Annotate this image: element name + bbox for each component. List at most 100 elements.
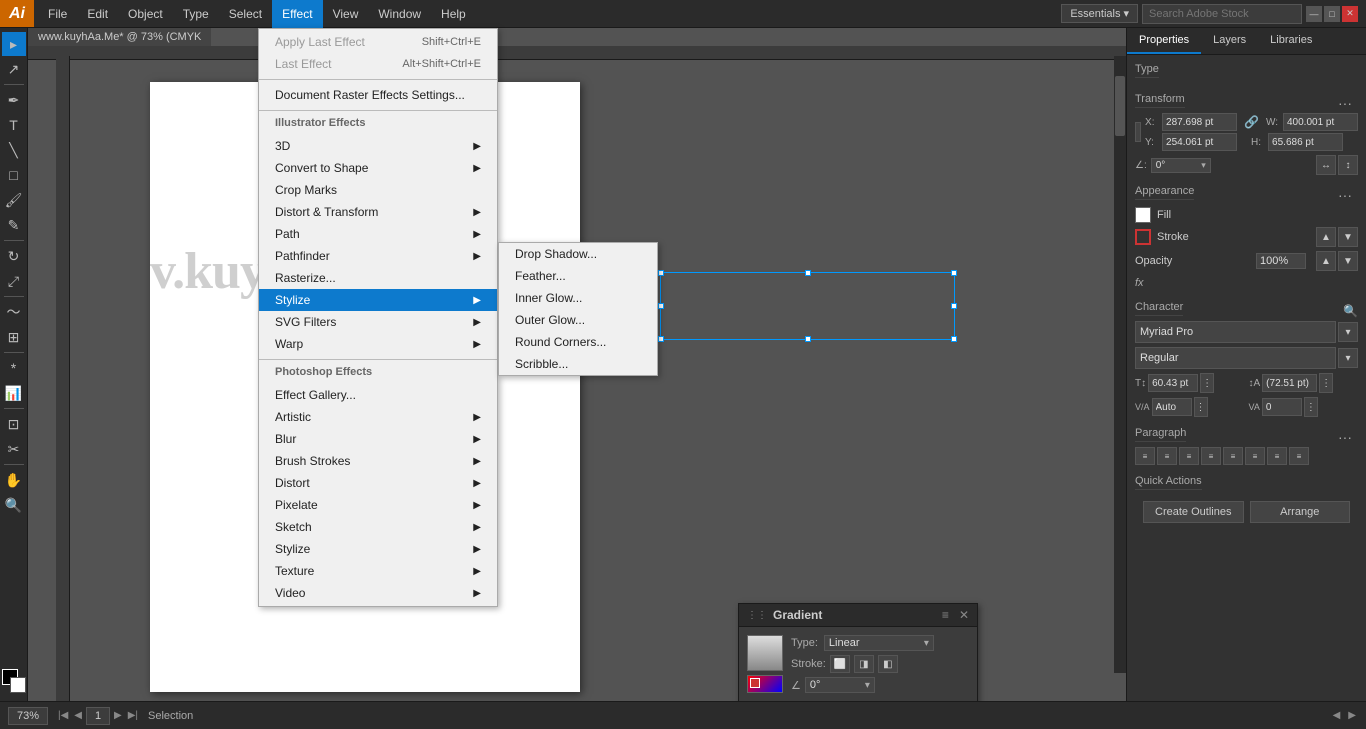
outer-glow-item[interactable]: Outer Glow... bbox=[499, 309, 657, 331]
effect-blur-item[interactable]: Blur ▶ bbox=[259, 428, 497, 450]
maximize-button[interactable]: □ bbox=[1324, 6, 1340, 22]
menu-file[interactable]: File bbox=[38, 0, 77, 28]
last-effect-item[interactable]: Last Effect Alt+Shift+Ctrl+E bbox=[259, 53, 497, 75]
workspace-dropdown[interactable]: Essentials ▾ bbox=[1061, 4, 1138, 23]
gradient-stroke-btn2[interactable]: ◨ bbox=[854, 655, 874, 673]
tab-layers[interactable]: Layers bbox=[1201, 28, 1258, 54]
flip-v-btn[interactable]: ↕ bbox=[1338, 155, 1358, 175]
effect-distort-transform-item[interactable]: Distort & Transform ▶ bbox=[259, 201, 497, 223]
link-icon[interactable]: 🔗 bbox=[1244, 115, 1259, 129]
scribble-item[interactable]: Scribble... bbox=[499, 353, 657, 375]
stroke-increase-btn[interactable]: ▼ bbox=[1338, 227, 1358, 247]
gradient-close-icon[interactable]: ✕ bbox=[959, 608, 969, 622]
flip-h-btn[interactable]: ↔ bbox=[1316, 155, 1336, 175]
font-style-input[interactable] bbox=[1135, 347, 1336, 369]
rotate-tool[interactable]: ↻ bbox=[2, 244, 26, 268]
paintbrush-tool[interactable]: 🖌 bbox=[2, 188, 26, 212]
menu-edit[interactable]: Edit bbox=[77, 0, 118, 28]
effect-ps-stylize-item[interactable]: Stylize ▶ bbox=[259, 538, 497, 560]
justify-full-btn[interactable]: ≡ bbox=[1289, 447, 1309, 465]
handle-mr[interactable] bbox=[951, 303, 957, 309]
effect-brush-strokes-item[interactable]: Brush Strokes ▶ bbox=[259, 450, 497, 472]
warp-tool[interactable]: 〜 bbox=[2, 300, 26, 324]
pen-tool[interactable]: ✒ bbox=[2, 88, 26, 112]
menu-effect[interactable]: Effect bbox=[272, 0, 322, 28]
kerning-input[interactable] bbox=[1262, 398, 1302, 416]
effect-stylize-item[interactable]: Stylize ▶ bbox=[259, 289, 497, 311]
leading-input[interactable] bbox=[1262, 374, 1317, 392]
effect-texture-item[interactable]: Texture ▶ bbox=[259, 560, 497, 582]
opacity-increase-btn[interactable]: ▼ bbox=[1338, 251, 1358, 271]
menu-view[interactable]: View bbox=[323, 0, 369, 28]
scroll-right-btn[interactable]: ▶ bbox=[1346, 710, 1358, 721]
vertical-scrollbar[interactable] bbox=[1114, 56, 1126, 673]
last-page-btn[interactable]: ▶| bbox=[126, 710, 140, 721]
menu-help[interactable]: Help bbox=[431, 0, 476, 28]
gradient-stroke-btn1[interactable]: ⬜ bbox=[830, 655, 850, 673]
effect-artistic-item[interactable]: Artistic ▶ bbox=[259, 406, 497, 428]
effect-pathfinder-item[interactable]: Pathfinder ▶ bbox=[259, 245, 497, 267]
effect-gallery-item[interactable]: Effect Gallery... bbox=[259, 384, 497, 406]
transform-y-input[interactable] bbox=[1162, 133, 1237, 151]
tab-libraries[interactable]: Libraries bbox=[1258, 28, 1324, 54]
stylize-submenu[interactable]: Drop Shadow... Feather... Inner Glow... … bbox=[498, 242, 658, 376]
menu-type[interactable]: Type bbox=[173, 0, 219, 28]
paragraph-options-menu[interactable]: ··· bbox=[1332, 427, 1358, 447]
gradient-preview[interactable] bbox=[747, 635, 783, 671]
feather-item[interactable]: Feather... bbox=[499, 265, 657, 287]
gradient-menu-icon[interactable]: ≡ bbox=[942, 608, 949, 622]
handle-br[interactable] bbox=[951, 336, 957, 342]
slice-tool[interactable]: ✂ bbox=[2, 437, 26, 461]
apply-last-effect-item[interactable]: Apply Last Effect Shift+Ctrl+E bbox=[259, 31, 497, 53]
hand-tool[interactable]: ✋ bbox=[2, 468, 26, 492]
justify-all-btn[interactable]: ≡ bbox=[1223, 447, 1243, 465]
effect-sketch-item[interactable]: Sketch ▶ bbox=[259, 516, 497, 538]
transform-h-input[interactable] bbox=[1268, 133, 1343, 151]
font-chevron[interactable]: ▾ bbox=[1338, 322, 1358, 342]
effect-video-item[interactable]: Video ▶ bbox=[259, 582, 497, 604]
artboard-tool[interactable]: ⊡ bbox=[2, 412, 26, 436]
scale-tool[interactable]: ⤢ bbox=[2, 269, 26, 293]
effect-path-item[interactable]: Path ▶ bbox=[259, 223, 497, 245]
justify-btn[interactable]: ≡ bbox=[1201, 447, 1221, 465]
round-corners-item[interactable]: Round Corners... bbox=[499, 331, 657, 353]
transform-w-input[interactable] bbox=[1283, 113, 1358, 131]
free-transform-tool[interactable]: ⊞ bbox=[2, 325, 26, 349]
page-input[interactable] bbox=[86, 707, 110, 725]
arrange-btn[interactable]: Arrange bbox=[1250, 501, 1351, 523]
justify-center-btn[interactable]: ≡ bbox=[1267, 447, 1287, 465]
handle-tl[interactable] bbox=[658, 270, 664, 276]
create-outlines-btn[interactable]: Create Outlines bbox=[1143, 501, 1244, 523]
color-swatch-container[interactable] bbox=[2, 669, 26, 693]
selection-tool[interactable]: ▸ bbox=[2, 32, 26, 56]
background-swatch[interactable] bbox=[10, 677, 26, 693]
handle-tc[interactable] bbox=[805, 270, 811, 276]
zoom-input[interactable] bbox=[8, 707, 48, 725]
stroke-swatch[interactable] bbox=[1135, 229, 1151, 245]
effect-menu-dropdown[interactable]: Apply Last Effect Shift+Ctrl+E Last Effe… bbox=[258, 28, 498, 607]
align-left-btn[interactable]: ≡ bbox=[1135, 447, 1155, 465]
align-center-btn[interactable]: ≡ bbox=[1157, 447, 1177, 465]
first-page-btn[interactable]: |◀ bbox=[56, 710, 70, 721]
pencil-tool[interactable]: ✎ bbox=[2, 213, 26, 237]
next-page-btn[interactable]: ▶ bbox=[112, 710, 124, 721]
rect-tool[interactable]: □ bbox=[2, 163, 26, 187]
tab-properties[interactable]: Properties bbox=[1127, 28, 1201, 54]
direct-selection-tool[interactable]: ↗ bbox=[2, 57, 26, 81]
angle-chevron[interactable]: ▾ bbox=[1201, 160, 1206, 171]
tracking-stepper[interactable]: ⋮ bbox=[1194, 397, 1208, 417]
effect-distort-item[interactable]: Distort ▶ bbox=[259, 472, 497, 494]
font-size-stepper[interactable]: ⋮ bbox=[1200, 373, 1214, 393]
gradient-angle-chevron[interactable]: ▾ bbox=[865, 680, 870, 691]
font-size-input[interactable] bbox=[1148, 374, 1198, 392]
effect-pixelate-item[interactable]: Pixelate ▶ bbox=[259, 494, 497, 516]
handle-ml[interactable] bbox=[658, 303, 664, 309]
font-input[interactable] bbox=[1135, 321, 1336, 343]
gradient-stroke-btn3[interactable]: ◧ bbox=[878, 655, 898, 673]
appearance-options-menu[interactable]: ··· bbox=[1332, 185, 1358, 205]
minimize-button[interactable]: — bbox=[1306, 6, 1322, 22]
gradient-type-chevron[interactable]: ▾ bbox=[924, 638, 929, 649]
effect-convert-shape-item[interactable]: Convert to Shape ▶ bbox=[259, 157, 497, 179]
opacity-input[interactable] bbox=[1256, 253, 1306, 269]
line-tool[interactable]: ╲ bbox=[2, 138, 26, 162]
